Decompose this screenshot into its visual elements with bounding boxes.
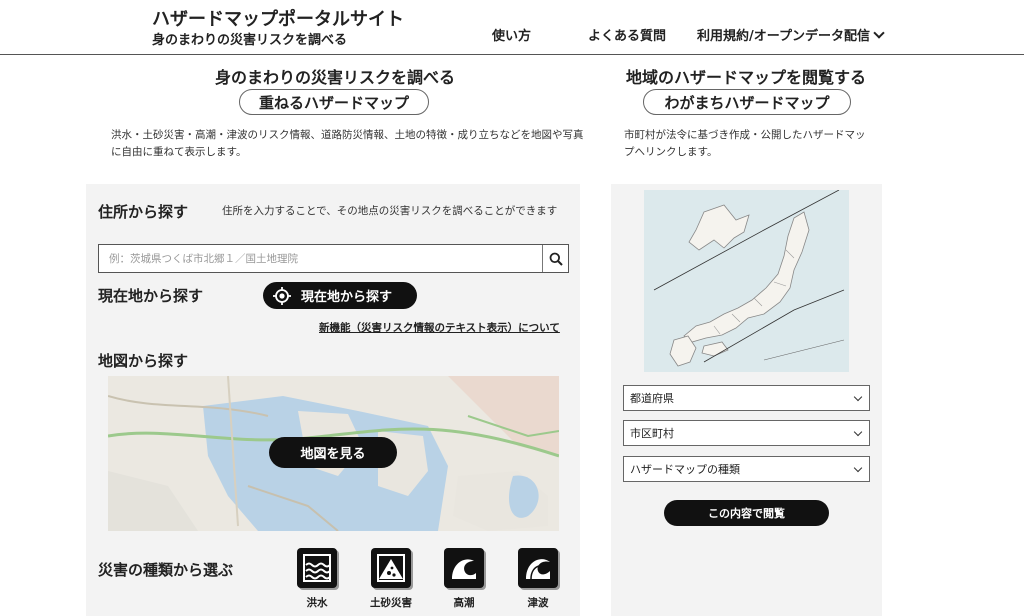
current-location-heading: 現在地から探す xyxy=(98,287,204,305)
site-subtitle: 身のまわりの災害リスクを調べる xyxy=(152,33,348,48)
current-location-button[interactable]: 現在地から探す xyxy=(263,282,417,309)
japan-map[interactable] xyxy=(644,190,849,372)
hazard-flood-label: 洪水 xyxy=(306,597,328,609)
municipality-select[interactable]: 市区町村 xyxy=(623,420,870,446)
current-location-button-label: 現在地から探す xyxy=(301,290,393,305)
hazard-landslide-button[interactable]: 土砂災害 xyxy=(370,548,412,609)
hazard-map-type-select-label: ハザードマップの種類 xyxy=(630,463,740,476)
prefecture-select-label: 都道府県 xyxy=(630,392,674,405)
nav-how-to-use[interactable]: 使い方 xyxy=(492,25,531,44)
site-header: ハザードマップポータルサイト 身のまわりの災害リスクを調べる 使い方 よくある質… xyxy=(0,0,1024,55)
chevron-down-icon xyxy=(853,463,863,473)
address-search-input[interactable] xyxy=(99,245,542,272)
hazard-tsunami-button[interactable]: 津波 xyxy=(518,548,558,609)
nav-terms-open-data[interactable]: 利用規約/オープンデータ配信 xyxy=(697,25,885,44)
new-feature-link[interactable]: 新機能（災害リスク情報のテキスト表示）について xyxy=(319,320,560,335)
nav-faq[interactable]: よくある質問 xyxy=(588,25,666,44)
search-icon xyxy=(549,252,563,266)
hazard-type-heading: 災害の種類から選ぶ xyxy=(98,561,234,579)
local-hazard-map-link[interactable]: わがまちハザードマップ xyxy=(643,89,851,115)
search-panel: 住所から探す 住所を入力することで、その地点の災害リスクを調べることができます … xyxy=(86,184,580,616)
right-lead-heading: 地域のハザードマップを閲覧する xyxy=(625,68,866,87)
hazard-storm-surge-button[interactable]: 高潮 xyxy=(444,548,484,609)
tsunami-icon xyxy=(526,559,550,580)
hazard-storm-surge-label: 高潮 xyxy=(453,597,475,609)
nav-terms-label: 利用規約/オープンデータ配信 xyxy=(697,29,870,44)
address-search-note: 住所を入力することで、その地点の災害リスクを調べることができます xyxy=(222,205,558,217)
address-search-box xyxy=(98,244,569,273)
address-search-heading: 住所から探す xyxy=(98,203,189,221)
municipality-select-label: 市区町村 xyxy=(630,427,674,440)
hazard-tsunami-label: 津波 xyxy=(527,597,549,609)
chevron-down-icon xyxy=(853,392,863,402)
local-map-panel: 都道府県 市区町村 ハザードマップの種類 この内容で閲覧 xyxy=(611,184,882,616)
prefecture-select[interactable]: 都道府県 xyxy=(623,385,870,411)
site-title[interactable]: ハザードマップポータルサイト xyxy=(152,5,404,31)
landslide-icon xyxy=(377,554,405,582)
hazard-flood-button[interactable]: 洪水 xyxy=(297,548,337,609)
view-with-selection-button[interactable]: この内容で閲覧 xyxy=(664,500,829,526)
map-search-heading: 地図から探す xyxy=(98,352,189,370)
search-button[interactable] xyxy=(542,245,568,272)
japan-map-image xyxy=(644,190,849,372)
hazard-landslide-label: 土砂災害 xyxy=(370,597,412,609)
left-lead-heading: 身のまわりの災害リスクを調べる xyxy=(214,68,455,87)
overlay-hazard-map-link[interactable]: 重ねるハザードマップ xyxy=(239,89,429,115)
left-description: 洪水・土砂災害・高潮・津波のリスク情報、道路防災情報、土地の特徴・成り立ちなどを… xyxy=(111,129,584,158)
flood-icon xyxy=(303,554,331,582)
view-map-button[interactable]: 地図を見る xyxy=(269,437,397,468)
hazard-map-type-select[interactable]: ハザードマップの種類 xyxy=(623,456,870,482)
chevron-down-icon xyxy=(873,27,885,39)
right-description: 市町村が法令に基づき作成・公開したハザードマップへリンクします。 xyxy=(624,129,866,158)
storm-surge-icon xyxy=(452,559,476,579)
chevron-down-icon xyxy=(853,427,863,437)
crosshair-icon xyxy=(273,286,291,305)
